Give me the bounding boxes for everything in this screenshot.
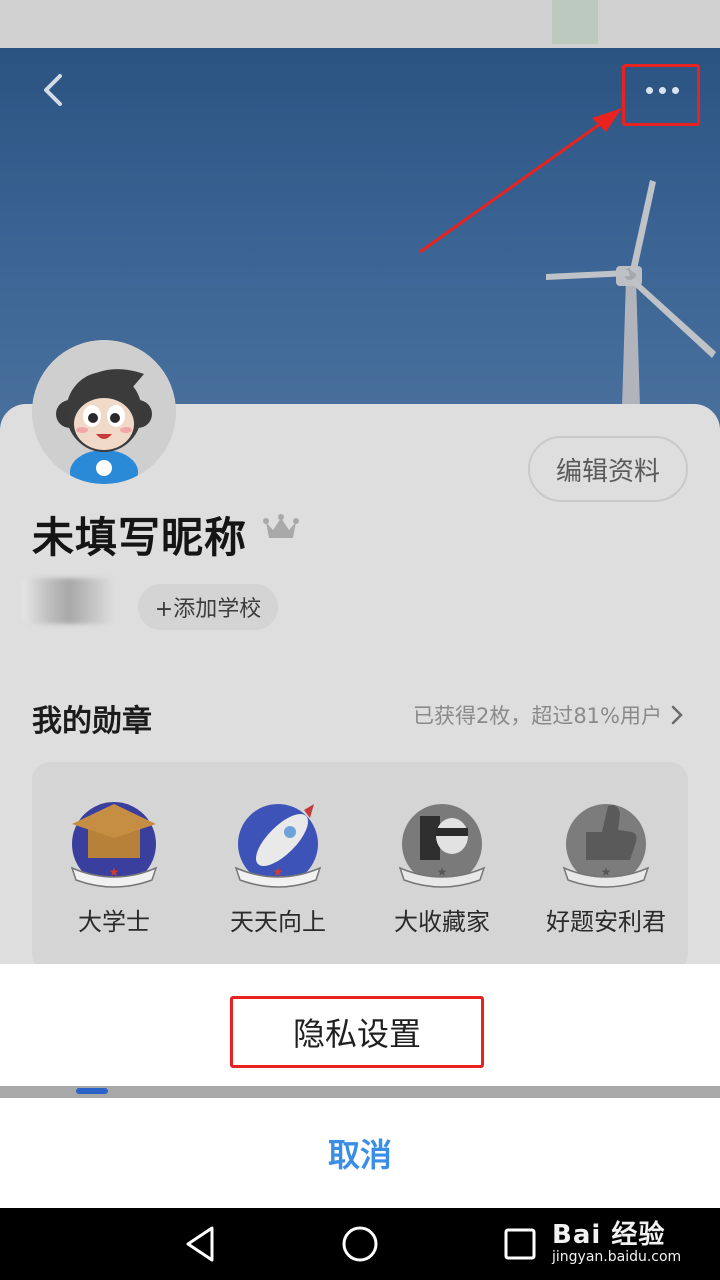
nickname: 未填写昵称	[32, 513, 248, 562]
svg-text:★: ★	[601, 865, 612, 879]
back-button[interactable]	[30, 66, 78, 114]
medal-label: 大学士	[78, 908, 150, 936]
chevron-right-icon	[671, 705, 683, 725]
nav-home-button[interactable]	[336, 1220, 384, 1268]
cancel-label: 取消	[327, 1136, 392, 1174]
status-blurred-area	[552, 0, 598, 44]
nav-recent-button[interactable]	[496, 1220, 544, 1268]
medal-item[interactable]: ★ 大收藏家	[360, 762, 524, 962]
collector-medal-icon: ★	[398, 804, 486, 888]
triangle-back-icon	[186, 1226, 214, 1262]
sheet-divider	[0, 1086, 720, 1098]
monkey-avatar-icon	[32, 340, 176, 484]
chevron-left-icon	[44, 74, 62, 106]
add-school-button[interactable]: +添加学校	[138, 584, 278, 630]
thumbs-up-medal-icon: ★	[562, 804, 650, 888]
cancel-button[interactable]: 取消	[0, 1098, 720, 1208]
medals-title: 我的勋章	[32, 704, 152, 739]
medal-label: 大收藏家	[394, 908, 490, 936]
add-school-label: +添加学校	[154, 597, 262, 622]
baidu-jingyan-watermark: Bai 经验 jingyan.baidu.com	[552, 1214, 681, 1265]
status-bar	[0, 0, 720, 48]
edit-profile-button[interactable]: 编辑资料	[528, 436, 688, 502]
circle-home-icon	[342, 1226, 378, 1262]
more-highlight-box	[622, 64, 700, 126]
blurred-info-chip	[22, 578, 116, 624]
medal-item[interactable]: ★ 天天向上	[196, 762, 360, 962]
square-recent-icon	[504, 1228, 536, 1260]
medals-panel: ★ 大学士 ★ 天天向上 ★ 大收藏家 ★ 好题安利君	[32, 762, 688, 972]
nav-back-button[interactable]	[176, 1220, 224, 1268]
avatar[interactable]	[32, 340, 176, 484]
svg-text:★: ★	[437, 865, 448, 879]
edit-profile-label: 编辑资料	[555, 456, 660, 487]
medal-item[interactable]: ★ 大学士	[32, 762, 196, 962]
watermark-sub: jingyan.baidu.com	[552, 1249, 682, 1265]
medal-item[interactable]: ★ 好题安利君	[524, 762, 688, 962]
medals-summary-link[interactable]: 已获得2枚，超过81%用户	[413, 700, 684, 730]
medals-summary-text: 已获得2枚，超过81%用户	[412, 704, 662, 728]
rocket-medal-icon: ★	[234, 804, 322, 888]
privacy-highlight-box	[230, 996, 484, 1068]
sheet-divider-accent	[76, 1088, 108, 1094]
crown-icon	[263, 514, 299, 538]
svg-text:★: ★	[273, 865, 284, 879]
watermark-main: Bai 经验	[552, 1220, 666, 1250]
svg-text:★: ★	[109, 865, 120, 879]
graduate-cap-medal-icon: ★	[70, 802, 158, 888]
medal-label: 好题安利君	[546, 908, 666, 936]
medal-label: 天天向上	[230, 908, 326, 936]
